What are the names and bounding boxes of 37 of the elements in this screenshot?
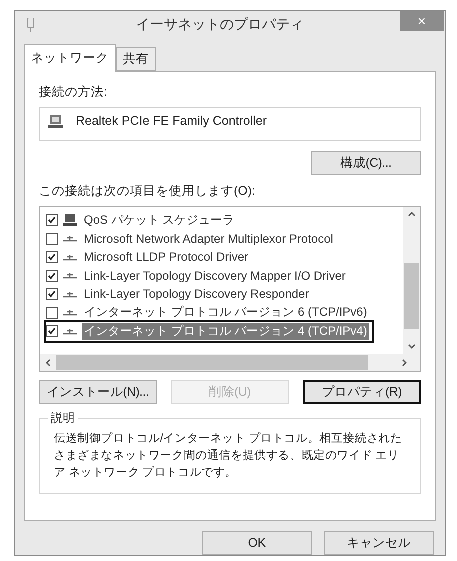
- adapter-name: Realtek PCIe FE Family Controller: [76, 114, 268, 128]
- checkbox[interactable]: [46, 232, 58, 245]
- list-item[interactable]: Microsoft LLDP Protocol Driver: [46, 248, 254, 266]
- tab[interactable]: ネットワーク: [24, 44, 116, 72]
- checkbox[interactable]: [46, 251, 58, 264]
- checkbox[interactable]: [46, 214, 58, 226]
- list-item[interactable]: QoS パケット スケジューラ: [46, 211, 240, 230]
- checkbox[interactable]: [46, 325, 58, 338]
- list-item[interactable]: インターネット プロトコル バージョン 6 (TCP/IPv6): [46, 304, 372, 322]
- checkbox[interactable]: [46, 306, 58, 319]
- item-action-button[interactable]: プロパティ(R): [303, 380, 421, 404]
- vertical-scrollbar[interactable]: [403, 207, 420, 354]
- computer-icon: [63, 213, 77, 228]
- scrollbar-thumb[interactable]: [404, 263, 419, 329]
- network-protocol-icon: [63, 290, 77, 298]
- horizontal-scrollbar[interactable]: [40, 354, 420, 371]
- network-protocol-icon: [63, 272, 77, 280]
- network-protocol-icon: [63, 254, 77, 261]
- list-item[interactable]: Link-Layer Topology Discovery Responder: [46, 285, 314, 304]
- list-item[interactable]: Link-Layer Topology Discovery Mapper I/O Driver: [46, 266, 351, 285]
- checkbox[interactable]: [46, 270, 58, 282]
- connect-using-label: 接続の方法:: [39, 84, 108, 101]
- configure-button[interactable]: 構成(C)...: [311, 151, 421, 175]
- checkbox[interactable]: [46, 288, 58, 300]
- network-protocol-icon: [63, 328, 77, 335]
- tab[interactable]: 共有: [116, 47, 156, 71]
- network-protocol-icon: [63, 309, 77, 316]
- items-label: この接続は次の項目を使用します(O):: [39, 183, 257, 200]
- description-title: 説明: [50, 410, 76, 427]
- item-action-button[interactable]: インストール(N)...: [39, 380, 157, 404]
- list-item[interactable]: Microsoft Network Adapter Multiplexor Protocol: [46, 230, 338, 248]
- dialog-button[interactable]: キャンセル: [324, 531, 434, 555]
- dialog-button[interactable]: OK: [202, 531, 312, 555]
- scrollbar-thumb[interactable]: [56, 355, 368, 370]
- network-protocol-icon: [63, 235, 77, 242]
- description-text: 伝送制御プロトコル/インターネット プロトコル。相互接続されたさまざまなネットワーク間の通信を提供する、既定のワイド エリア ネットワーク プロトコルです。: [54, 431, 404, 481]
- window-title: イーサネットのプロパティ: [135, 16, 305, 34]
